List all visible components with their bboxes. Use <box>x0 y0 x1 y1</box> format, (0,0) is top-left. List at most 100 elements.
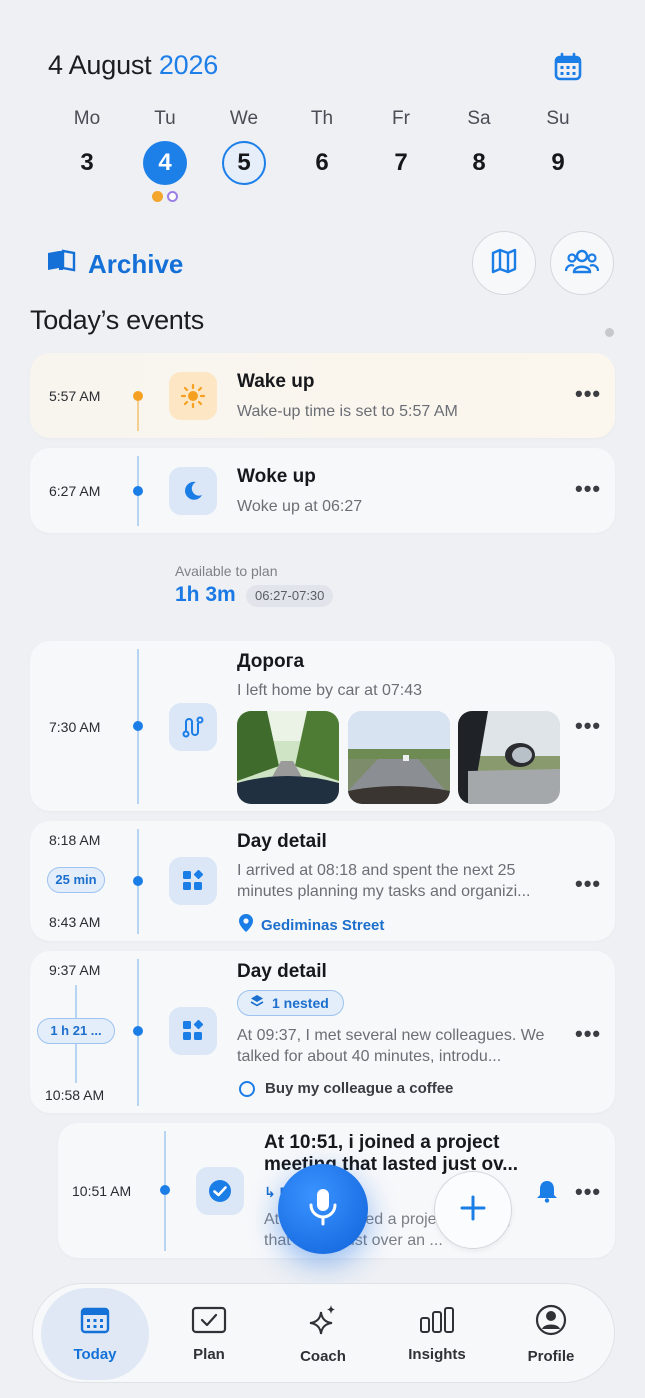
day-friday[interactable]: Fr 7 <box>362 105 440 185</box>
location-label: Gediminas Street <box>261 917 385 934</box>
duration-badge: 1 h 21 ... <box>37 1018 115 1044</box>
header-date-day-month: 4 August <box>48 50 152 80</box>
photo-thumbnail[interactable] <box>237 711 339 804</box>
more-options-icon[interactable]: ••• <box>575 381 601 407</box>
day-sunday[interactable]: Su 9 <box>519 105 597 185</box>
nav-plan[interactable]: Plan <box>151 1284 267 1384</box>
day-name: Fr <box>392 108 410 129</box>
nav-today[interactable]: Today <box>41 1288 149 1380</box>
nested-badge[interactable]: 1 nested <box>237 990 344 1016</box>
available-label: Available to plan <box>175 563 278 579</box>
event-card-woke-up[interactable]: 6:27 AM Woke up Woke up at 06:27 ••• <box>30 448 615 533</box>
nav-profile[interactable]: Profile <box>493 1284 609 1384</box>
bar-chart-icon <box>419 1306 455 1338</box>
widgets-icon <box>169 857 217 905</box>
day-wednesday[interactable]: We 5 <box>205 105 283 185</box>
more-options-icon[interactable]: ••• <box>575 713 601 739</box>
duration-badge: 25 min <box>47 867 105 893</box>
nav-coach[interactable]: Coach <box>265 1284 381 1384</box>
sparkles-icon <box>308 1304 338 1340</box>
more-options-icon[interactable]: ••• <box>575 476 601 502</box>
event-time: 5:57 AM <box>49 388 101 404</box>
day-tuesday[interactable]: Tu 4 <box>126 105 204 202</box>
route-icon <box>169 703 217 751</box>
nav-label: Profile <box>527 1347 575 1365</box>
header-date-year: 2026 <box>158 50 219 80</box>
event-card-day-detail[interactable]: 8:18 AM 25 min 8:43 AM Day detail I arri… <box>30 821 615 941</box>
calendar-icon[interactable] <box>551 50 585 84</box>
map-button[interactable] <box>472 231 536 295</box>
event-subtitle: I arrived at 08:18 and spent the next 25… <box>237 862 531 900</box>
day-name: Mo <box>73 108 101 129</box>
archive-link[interactable]: Archive <box>46 244 183 284</box>
event-card-road[interactable]: 7:30 AM Дорога I left home by car at 07:… <box>30 641 615 811</box>
location-pin-icon <box>239 914 253 937</box>
day-name: Sa <box>467 108 491 129</box>
event-location[interactable]: Gediminas Street <box>239 914 384 937</box>
group-icon <box>564 247 600 280</box>
event-card-wake-up[interactable]: 5:57 AM Wake up Wake-up time is set to 5… <box>30 353 615 438</box>
checkbox-circle-icon[interactable] <box>239 1080 255 1097</box>
event-subtitle: Wake-up time is set to 5:57 AM <box>237 403 458 420</box>
check-indicator-icon <box>152 191 163 202</box>
photo-thumbnail[interactable] <box>348 711 450 804</box>
day-monday[interactable]: Mo 3 <box>48 105 126 185</box>
more-options-icon[interactable]: ••• <box>575 871 601 897</box>
sun-icon <box>169 372 217 420</box>
day-number: 8 <box>472 149 486 176</box>
event-card-day-detail-nested[interactable]: 9:37 AM 1 h 21 ... 10:58 AM Day detail 1… <box>30 951 615 1113</box>
event-title: Woke up <box>237 466 316 487</box>
timeline-dot <box>133 391 143 401</box>
available-range: 06:27-07:30 <box>246 585 334 607</box>
layers-icon <box>250 994 264 1013</box>
available-duration: 1h 3m <box>175 583 236 606</box>
header-date: 4 August 2026 <box>48 50 218 81</box>
scroll-indicator <box>605 328 614 337</box>
todo-item[interactable]: Buy my colleague a coffee <box>239 1080 453 1097</box>
alarm-indicator-icon <box>167 191 178 202</box>
event-subtitle: At 09:37, I met several new colleagues. … <box>237 1027 545 1065</box>
nav-insights[interactable]: Insights <box>379 1284 495 1384</box>
event-start-time: 9:37 AM <box>49 962 101 978</box>
event-subtitle: I left home by car at 07:43 <box>237 682 422 699</box>
timeline-line <box>137 401 139 431</box>
microphone-icon <box>308 1187 338 1232</box>
day-name: Th <box>310 108 334 129</box>
event-time: 10:51 AM <box>72 1183 132 1199</box>
check-circle-icon[interactable] <box>196 1167 244 1215</box>
day-thursday[interactable]: Th 6 <box>283 105 361 185</box>
day-number: 9 <box>551 149 565 176</box>
photo-thumbnail[interactable] <box>458 711 560 804</box>
add-event-button[interactable] <box>434 1171 512 1249</box>
event-end-time: 8:43 AM <box>49 914 101 930</box>
day-name: We <box>229 108 259 129</box>
archive-label: Archive <box>88 248 184 279</box>
day-name: Tu <box>154 108 176 129</box>
checklist-icon <box>191 1306 227 1338</box>
nav-label: Coach <box>300 1347 346 1365</box>
plus-icon <box>459 1194 487 1227</box>
nested-label: 1 nested <box>272 995 329 1011</box>
more-options-icon[interactable]: ••• <box>575 1021 601 1047</box>
todo-label: Buy my colleague a coffee <box>265 1080 454 1097</box>
voice-record-button[interactable] <box>278 1164 368 1254</box>
event-title: Дорога <box>237 651 305 672</box>
event-time: 7:30 AM <box>49 719 101 735</box>
timeline-dot <box>160 1185 170 1195</box>
week-strip: Mo 3 Tu 4 We 5 Th 6 Fr 7 Sa 8 Su 9 <box>40 105 605 215</box>
timeline-dot <box>133 1026 143 1036</box>
event-start-time: 8:18 AM <box>49 832 101 848</box>
section-title: Today’s events <box>30 305 204 335</box>
day-name: Su <box>546 108 570 129</box>
nav-label: Plan <box>193 1345 225 1363</box>
bell-icon[interactable] <box>536 1179 558 1208</box>
more-options-icon[interactable]: ••• <box>575 1179 601 1205</box>
book-open-icon <box>46 248 76 281</box>
profile-icon <box>535 1304 567 1340</box>
event-subtitle: Woke up at 06:27 <box>237 498 363 515</box>
event-title: Day detail <box>237 961 327 982</box>
day-saturday[interactable]: Sa 8 <box>440 105 518 185</box>
people-button[interactable] <box>550 231 614 295</box>
nav-label: Insights <box>408 1345 466 1363</box>
timeline-dot <box>133 486 143 496</box>
